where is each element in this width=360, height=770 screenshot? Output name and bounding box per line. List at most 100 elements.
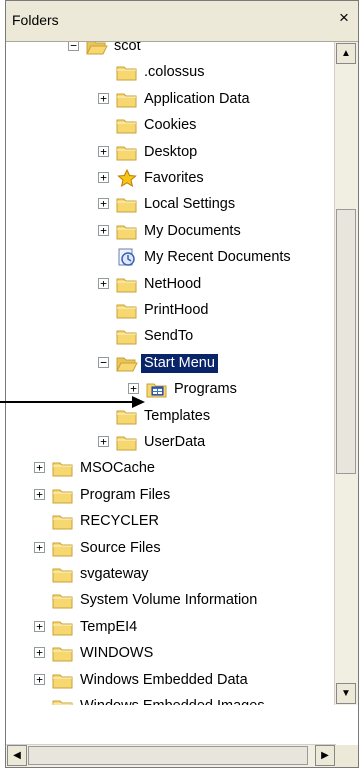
tree-item-label[interactable]: Windows Embedded Data xyxy=(77,671,251,690)
tree-item-source-files[interactable]: + Source Files xyxy=(6,536,330,562)
folder-icon xyxy=(116,143,138,161)
folder-icon xyxy=(52,591,74,609)
tree-item-label[interactable]: MSOCache xyxy=(77,459,158,478)
horizontal-scroll-thumb[interactable] xyxy=(28,746,308,765)
tree-item-programs[interactable]: + Programs xyxy=(6,377,330,403)
folder-icon xyxy=(52,459,74,477)
tree-item-templates[interactable]: Templates xyxy=(6,404,330,430)
tree-item-label[interactable]: Local Settings xyxy=(141,195,238,214)
tree-item-label[interactable]: System Volume Information xyxy=(77,591,260,610)
tree-item-scot[interactable]: − scot xyxy=(6,42,330,60)
tree-item-label[interactable]: .colossus xyxy=(141,63,207,82)
folder-tree[interactable]: − scot .colossus + Application Data Cookies + D… xyxy=(6,42,330,705)
tree-item-colossus[interactable]: .colossus xyxy=(6,60,330,86)
tree-item-svgateway[interactable]: svgateway xyxy=(6,562,330,588)
expand-icon[interactable]: + xyxy=(34,673,45,685)
recent-documents-icon xyxy=(116,248,138,266)
tree-item-application-data[interactable]: + Application Data xyxy=(6,87,330,113)
tree-item-label[interactable]: Desktop xyxy=(141,143,200,162)
tree-item-windows[interactable]: + WINDOWS xyxy=(6,641,330,667)
tree-item-recycler[interactable]: RECYCLER xyxy=(6,509,330,535)
tree-item-label[interactable]: Programs xyxy=(171,380,240,399)
folders-pane: Folders × − scot .colossus + Application Dat… xyxy=(5,0,359,768)
tree-item-label[interactable]: PrintHood xyxy=(141,301,211,320)
expand-icon[interactable]: + xyxy=(128,383,139,395)
tree-item-desktop[interactable]: + Desktop xyxy=(6,140,330,166)
scroll-left-button[interactable]: ◀ xyxy=(7,745,27,766)
expand-icon[interactable]: + xyxy=(98,198,109,210)
tree-item-cookies[interactable]: Cookies xyxy=(6,113,330,139)
tree-item-label[interactable]: Start Menu xyxy=(141,353,218,373)
tree-item-label[interactable]: My Recent Documents xyxy=(141,248,294,267)
expand-icon[interactable]: + xyxy=(98,277,109,289)
expand-icon[interactable]: + xyxy=(34,620,45,632)
tree-item-system-volume-information[interactable]: System Volume Information xyxy=(6,588,330,614)
tree-item-label[interactable]: Application Data xyxy=(141,90,253,109)
folder-icon xyxy=(52,618,74,636)
tree-item-windows-embedded-data[interactable]: + Windows Embedded Data xyxy=(6,668,330,694)
scroll-right-button[interactable]: ▶ xyxy=(315,745,335,766)
collapse-icon[interactable]: − xyxy=(98,356,109,368)
expand-icon[interactable]: + xyxy=(98,92,109,104)
expand-icon[interactable]: + xyxy=(34,647,45,659)
close-button[interactable]: × xyxy=(334,8,354,28)
horizontal-scrollbar[interactable]: ◀ ▶ xyxy=(6,744,336,767)
folders-title: Folders xyxy=(12,12,59,28)
expand-icon[interactable]: + xyxy=(34,488,45,500)
tree-item-my-recent-documents[interactable]: My Recent Documents xyxy=(6,245,330,271)
folder-open-icon xyxy=(116,354,138,372)
tree-item-label[interactable]: WINDOWS xyxy=(77,644,156,663)
tree-item-printhood[interactable]: PrintHood xyxy=(6,298,330,324)
tree-item-label[interactable]: My Documents xyxy=(141,222,244,241)
tree-item-label[interactable]: Templates xyxy=(141,407,213,426)
expand-icon[interactable]: + xyxy=(98,224,109,236)
programs-icon xyxy=(146,380,168,398)
tree-item-label[interactable]: Source Files xyxy=(77,539,164,558)
tree-item-label[interactable]: NetHood xyxy=(141,275,204,294)
tree-item-userdata[interactable]: + UserData xyxy=(6,430,330,456)
tree-item-program-files[interactable]: + Program Files xyxy=(6,483,330,509)
tree-item-label[interactable]: scot xyxy=(111,42,144,56)
tree-item-msocache[interactable]: + MSOCache xyxy=(6,456,330,482)
tree-item-label[interactable]: svgateway xyxy=(77,565,152,584)
tree-item-favorites[interactable]: + Favorites xyxy=(6,166,330,192)
tree-item-start-menu[interactable]: − Start Menu xyxy=(6,351,330,377)
tree-item-label[interactable]: Cookies xyxy=(141,116,199,135)
tree-item-label[interactable]: Program Files xyxy=(77,486,173,505)
expand-icon[interactable]: + xyxy=(34,541,45,553)
folder-icon xyxy=(52,671,74,689)
tree-item-my-documents[interactable]: + My Documents xyxy=(6,219,330,245)
tree-item-label[interactable]: UserData xyxy=(141,433,208,452)
folder-icon xyxy=(116,407,138,425)
tree-item-label[interactable]: RECYCLER xyxy=(77,512,162,531)
scroll-thumb[interactable] xyxy=(336,209,356,474)
folder-icon xyxy=(52,697,74,705)
star-icon xyxy=(116,168,138,188)
tree-item-label[interactable]: Windows Embedded Images xyxy=(77,697,268,705)
expand-icon[interactable]: + xyxy=(34,462,45,474)
folder-icon xyxy=(116,63,138,81)
annotation-arrow-head xyxy=(132,396,145,408)
tree-item-windows-embedded-images[interactable]: Windows Embedded Images xyxy=(6,694,330,705)
folder-icon xyxy=(116,433,138,451)
tree-item-label[interactable]: SendTo xyxy=(141,327,196,346)
folder-icon xyxy=(52,565,74,583)
tree-item-nethood[interactable]: + NetHood xyxy=(6,272,330,298)
expand-icon[interactable]: + xyxy=(98,436,109,447)
expand-icon[interactable]: + xyxy=(98,145,109,157)
tree-item-sendto[interactable]: SendTo xyxy=(6,324,330,350)
scroll-down-button[interactable]: ▼ xyxy=(336,683,356,704)
tree-item-tempei4[interactable]: + TempEI4 xyxy=(6,615,330,641)
vertical-scrollbar[interactable]: ▲ ▼ xyxy=(334,42,358,705)
expand-icon[interactable]: + xyxy=(98,172,109,183)
tree-item-label[interactable]: Favorites xyxy=(141,169,207,188)
scroll-up-button[interactable]: ▲ xyxy=(336,43,356,64)
tree-item-label[interactable]: TempEI4 xyxy=(77,618,140,637)
folder-icon xyxy=(52,539,74,557)
folder-icon xyxy=(116,327,138,345)
scrollbar-corner xyxy=(335,745,358,767)
collapse-icon[interactable]: − xyxy=(68,42,79,51)
folder-icon xyxy=(116,116,138,134)
folders-header: Folders × xyxy=(6,1,358,42)
tree-item-local-settings[interactable]: + Local Settings xyxy=(6,192,330,218)
